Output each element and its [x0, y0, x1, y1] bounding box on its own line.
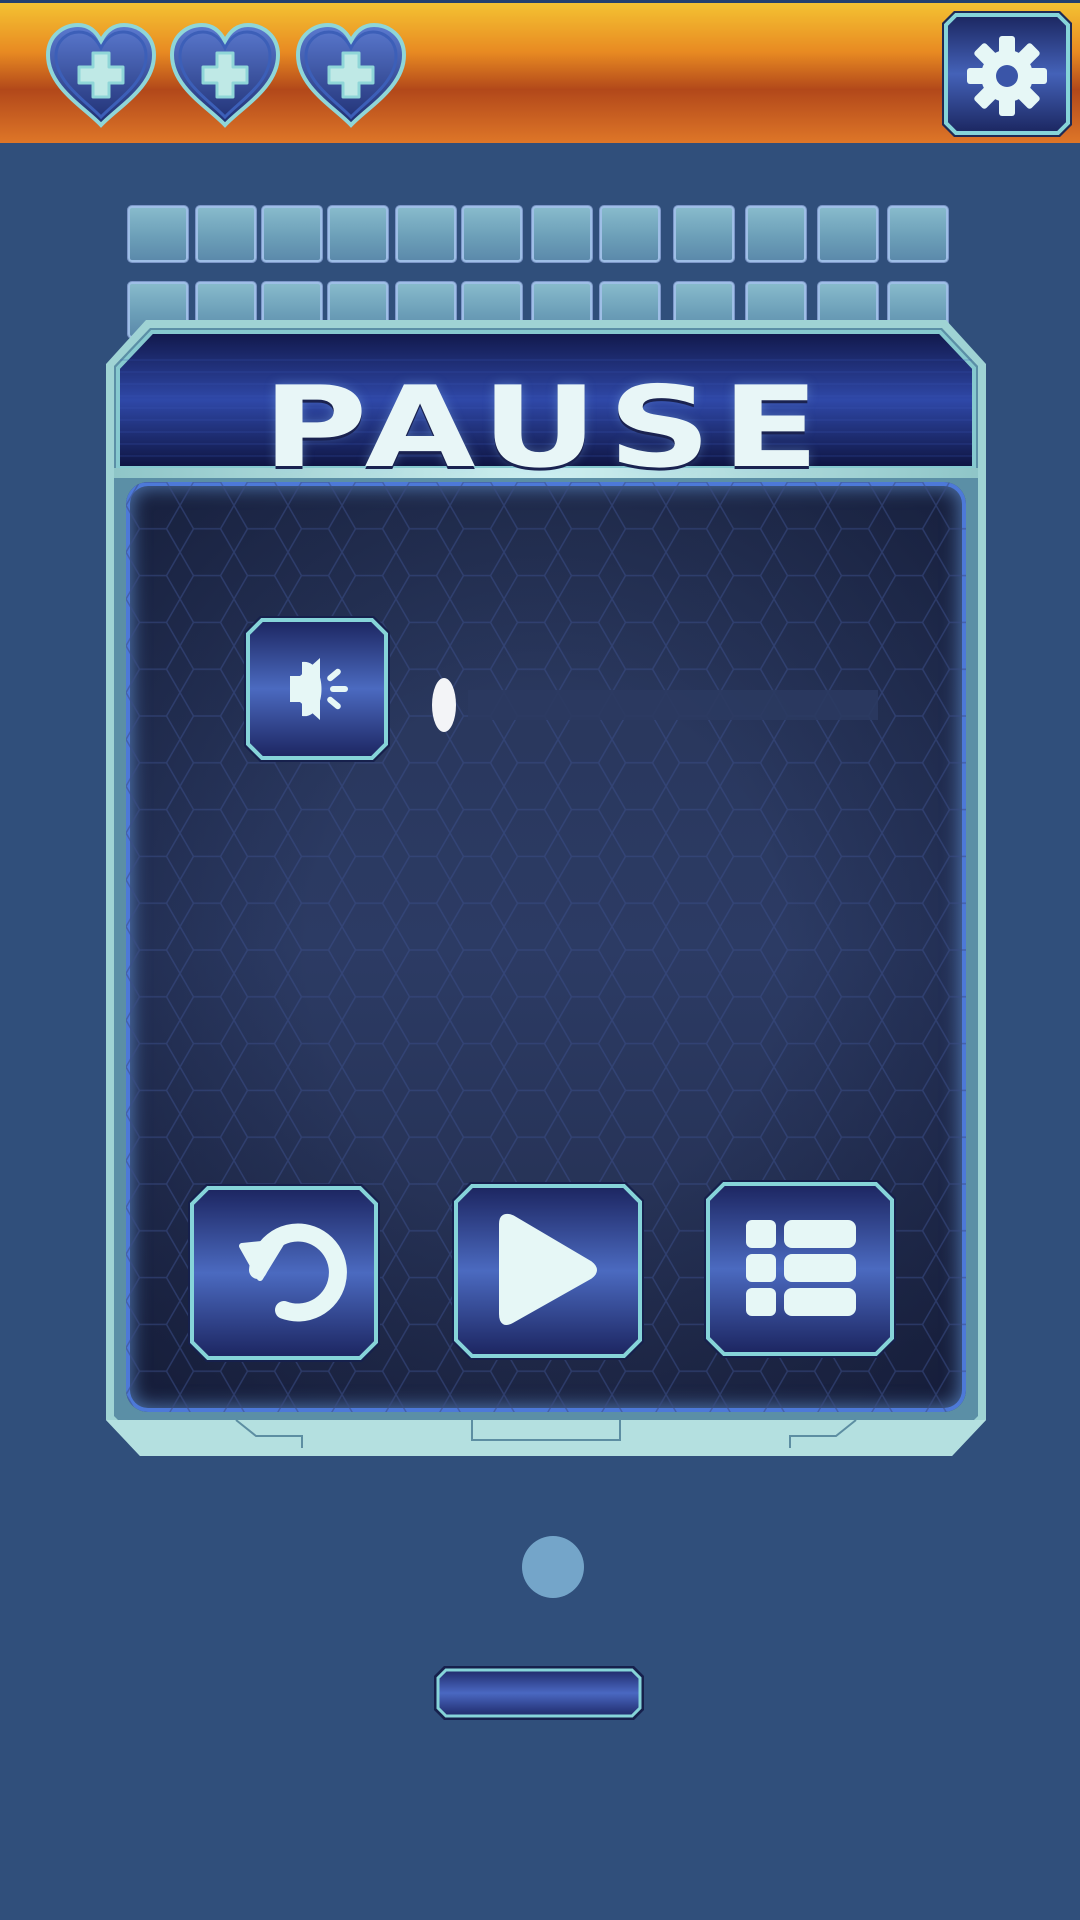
heart-icon	[44, 21, 158, 129]
brick	[196, 206, 256, 262]
pause-dialog: PAUSE	[106, 320, 986, 1456]
pause-title: PAUSE	[262, 363, 830, 493]
settings-button[interactable]	[940, 9, 1074, 139]
brick	[600, 206, 660, 262]
sound-button[interactable]	[242, 614, 392, 764]
brick	[746, 206, 806, 262]
restart-button[interactable]	[186, 1182, 382, 1364]
list-icon	[746, 1220, 856, 1316]
brick	[532, 206, 592, 262]
brick	[674, 206, 734, 262]
brick	[262, 206, 322, 262]
brick	[128, 206, 188, 262]
brick	[462, 206, 522, 262]
heart-icon	[168, 21, 282, 129]
brick	[328, 206, 388, 262]
top-bar	[0, 0, 1080, 143]
resume-button[interactable]	[450, 1180, 646, 1362]
brick	[888, 206, 948, 262]
brick	[818, 206, 878, 262]
volume-slider-track[interactable]	[468, 690, 878, 720]
brick	[396, 206, 456, 262]
ball	[522, 1536, 584, 1598]
paddle[interactable]	[432, 1664, 646, 1722]
heart-icon	[294, 21, 408, 129]
gear-icon	[967, 36, 1047, 116]
volume-slider-knob[interactable]	[432, 678, 456, 732]
menu-button[interactable]	[702, 1178, 898, 1360]
